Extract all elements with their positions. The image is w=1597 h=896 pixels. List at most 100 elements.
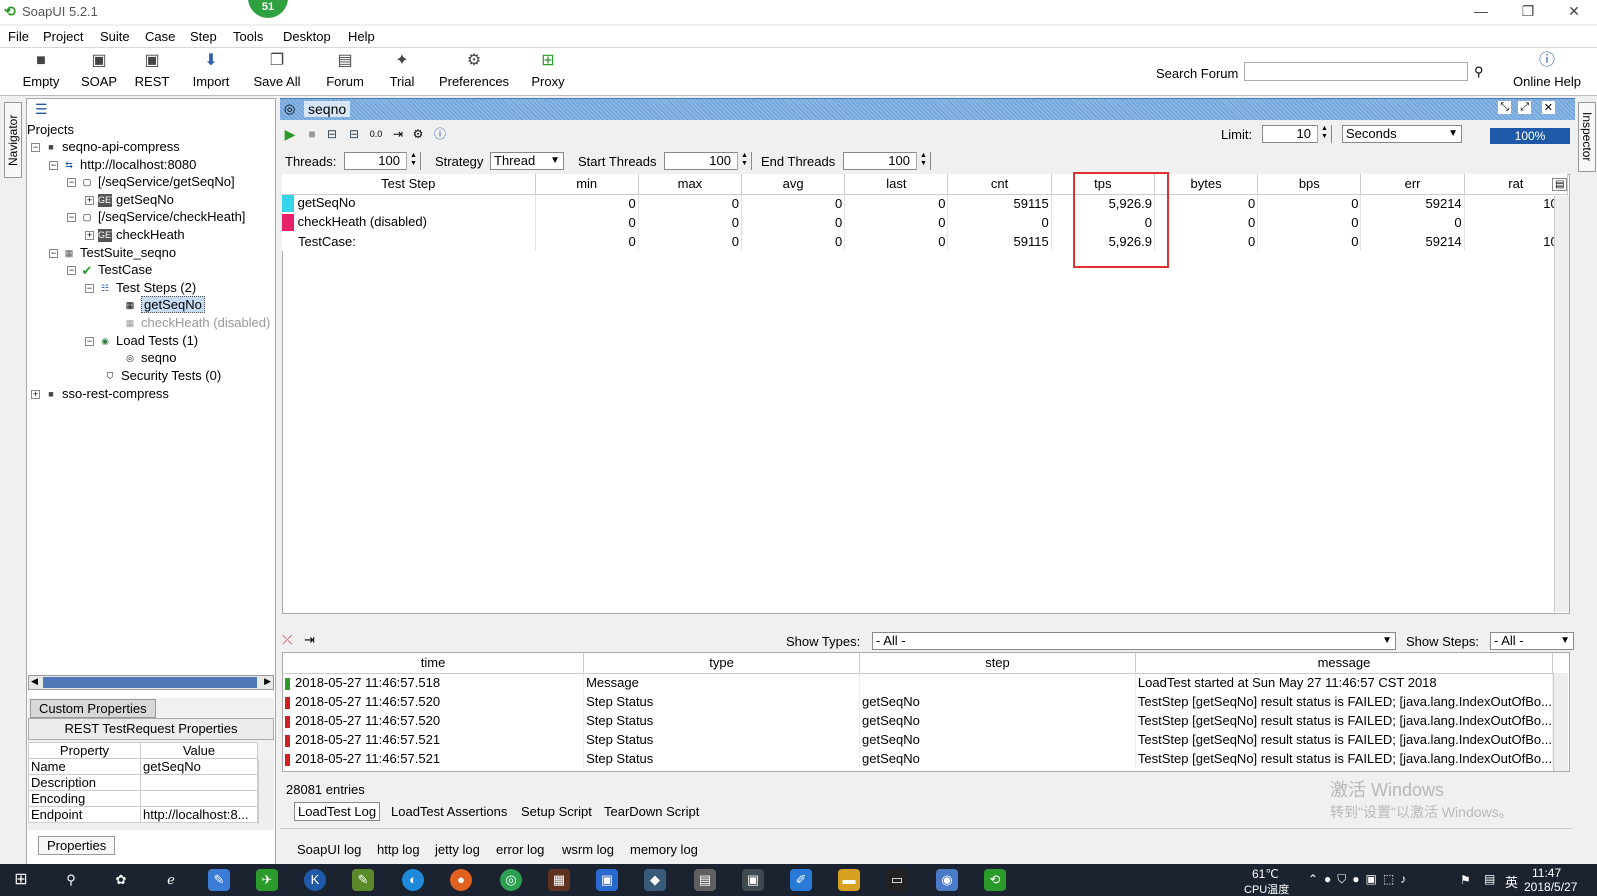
log-row[interactable]: 2018-05-27 11:46:57.520 Step Status getSe…: [283, 711, 1554, 730]
menu-help[interactable]: Help: [348, 29, 375, 44]
tab-memory-log[interactable]: memory log: [630, 842, 698, 857]
menu-desktop[interactable]: Desktop: [283, 29, 331, 44]
col-avg[interactable]: avg: [741, 174, 846, 195]
run-icon[interactable]: ▶: [282, 126, 298, 142]
notes-icon[interactable]: ▤: [1484, 872, 1495, 886]
col-bytes[interactable]: bytes: [1154, 174, 1259, 195]
app-icon[interactable]: ◆: [644, 869, 666, 891]
file-explorer-icon[interactable]: ▬: [838, 869, 860, 891]
firefox-icon[interactable]: ●: [450, 869, 472, 891]
col-type[interactable]: type: [583, 653, 861, 674]
app-icon[interactable]: ✈: [256, 869, 278, 891]
tree-item-step-selected[interactable]: ▦ getSeqNo: [123, 296, 205, 313]
tree-item-project[interactable]: − ■ seqno-api-compress: [31, 139, 180, 154]
stop-icon[interactable]: ■: [304, 126, 320, 142]
app-icon[interactable]: ▦: [548, 869, 570, 891]
close-panel-icon[interactable]: ✕: [1541, 101, 1555, 114]
tray-icons[interactable]: ⌃●⛉●▣⬚♪: [1308, 872, 1412, 887]
show-steps-select[interactable]: - All - ▼: [1490, 632, 1574, 650]
strategy-select[interactable]: Thread ▼: [490, 152, 564, 170]
col-max[interactable]: max: [638, 174, 743, 195]
column-chooser-icon[interactable]: ▤: [1552, 178, 1568, 191]
soapui-icon[interactable]: ⟲: [984, 869, 1006, 891]
preferences-button[interactable]: ⚙ Preferences: [437, 50, 511, 89]
limit-unit-select[interactable]: Seconds ▼: [1342, 125, 1462, 143]
tree-item-project[interactable]: + ■ sso-rest-compress: [31, 386, 169, 401]
tree-horizontal-scrollbar[interactable]: ◀ ▶: [28, 675, 274, 690]
log-row[interactable]: 2018-05-27 11:46:57.520 Step Status getSe…: [283, 692, 1554, 711]
col-bps[interactable]: bps: [1257, 174, 1362, 195]
save-all-button[interactable]: ❐ Save All: [252, 50, 302, 89]
tree-item-resource[interactable]: − ▢ [/seqService/getSeqNo]: [67, 174, 235, 189]
menu-case[interactable]: Case: [145, 29, 175, 44]
tab-loadtest-log[interactable]: LoadTest Log: [294, 802, 381, 821]
app-icon[interactable]: ▤: [694, 869, 716, 891]
tree-item-method[interactable]: + GETgetSeqNo: [85, 192, 174, 208]
app-icon[interactable]: K: [304, 869, 326, 891]
tree-item-testcase[interactable]: − ✔ TestCase: [67, 262, 152, 277]
tree-item-loadtest[interactable]: ◎ seqno: [123, 350, 176, 365]
online-help-button[interactable]: ⓘ Online Help: [1510, 50, 1584, 89]
tab-jetty-log[interactable]: jetty log: [435, 842, 480, 857]
rest-button[interactable]: ▣ REST: [133, 50, 171, 89]
clock-time[interactable]: 11:47: [1532, 866, 1561, 880]
collapse-icon[interactable]: −: [49, 249, 58, 259]
tree-item-step-disabled[interactable]: ▦ checkHeath (disabled): [123, 315, 271, 330]
collapse-icon[interactable]: −: [67, 266, 76, 276]
task-view-icon[interactable]: ✿: [110, 869, 132, 891]
properties-scrollbar[interactable]: [258, 760, 273, 824]
clear-log-icon[interactable]: ⤫: [282, 632, 292, 648]
statistics-history-icon[interactable]: ⊟: [346, 126, 362, 142]
maximize-button[interactable]: ❐: [1505, 0, 1551, 24]
col-min[interactable]: min: [535, 174, 639, 195]
collapse-icon[interactable]: −: [49, 161, 58, 171]
scroll-right-icon[interactable]: ▶: [264, 676, 271, 687]
tab-wsrm-log[interactable]: wsrm log: [562, 842, 614, 857]
expand-icon[interactable]: +: [85, 196, 94, 206]
export-log-icon[interactable]: ⇥: [304, 632, 315, 648]
detach-panel-icon[interactable]: ⤢: [1518, 101, 1531, 114]
tab-http-log[interactable]: http log: [377, 842, 420, 857]
close-button[interactable]: ✕: [1551, 0, 1597, 24]
inspector-tab[interactable]: Inspector: [1578, 102, 1596, 172]
export-icon[interactable]: ⇥: [390, 126, 406, 142]
stats-row-total[interactable]: TestCase: 0000591155,926.90059214100: [282, 232, 1569, 251]
import-button[interactable]: ⬇ Import: [188, 50, 234, 89]
ime-indicator[interactable]: 英: [1505, 872, 1518, 891]
soap-button[interactable]: ▣ SOAP: [80, 50, 118, 89]
minimize-panel-icon[interactable]: ⤡: [1498, 101, 1511, 114]
empty-button[interactable]: ■ Empty: [20, 50, 62, 89]
property-row[interactable]: Name getSeqNo: [28, 758, 258, 775]
log-vertical-scrollbar[interactable]: [1553, 673, 1568, 771]
threads-spinner[interactable]: ▲ ▼: [406, 152, 420, 170]
stats-row[interactable]: getSeqNo 0000591155,926.90059214100: [282, 194, 1569, 213]
custom-properties-tab[interactable]: Custom Properties: [30, 699, 156, 718]
properties-button[interactable]: Properties: [38, 836, 116, 855]
app-icon[interactable]: ▣: [596, 869, 618, 891]
search-icon[interactable]: ⚲: [60, 869, 82, 891]
col-message[interactable]: message: [1135, 653, 1554, 674]
log-row[interactable]: 2018-05-27 11:46:57.518 Message LoadTest …: [283, 673, 1554, 692]
tree-item-teststeps[interactable]: − ☷ Test Steps (2): [85, 280, 196, 295]
statistics-graph-icon[interactable]: ⊟: [324, 126, 340, 142]
menu-file[interactable]: File: [8, 29, 29, 44]
app-icon[interactable]: ▣: [742, 869, 764, 891]
flag-icon[interactable]: ⚑: [1460, 873, 1471, 887]
collapse-icon[interactable]: −: [67, 178, 76, 188]
binoculars-icon[interactable]: ⚲: [1474, 64, 1484, 80]
tree-item-securitytests[interactable]: ⛉ Security Tests (0): [103, 368, 222, 383]
gear-icon[interactable]: ⚙: [410, 126, 426, 142]
list-view-icon[interactable]: ☰: [35, 101, 48, 118]
col-cnt[interactable]: cnt: [947, 174, 1052, 195]
notification-badge[interactable]: 51: [248, 0, 288, 18]
app-icon[interactable]: ◎: [500, 869, 522, 891]
tab-error-log[interactable]: error log: [496, 842, 544, 857]
log-row[interactable]: 2018-05-27 11:46:57.521 Step Status getSe…: [283, 730, 1554, 749]
trial-button[interactable]: ✦ Trial: [385, 50, 419, 89]
app-icon[interactable]: ✐: [790, 869, 812, 891]
col-step[interactable]: step: [859, 653, 1136, 674]
col-last[interactable]: last: [844, 174, 949, 195]
tree-item-interface[interactable]: − ⇆ http://localhost:8080: [49, 157, 196, 172]
limit-spinner[interactable]: ▲ ▼: [1317, 125, 1331, 143]
start-icon[interactable]: ⊞: [10, 869, 32, 891]
